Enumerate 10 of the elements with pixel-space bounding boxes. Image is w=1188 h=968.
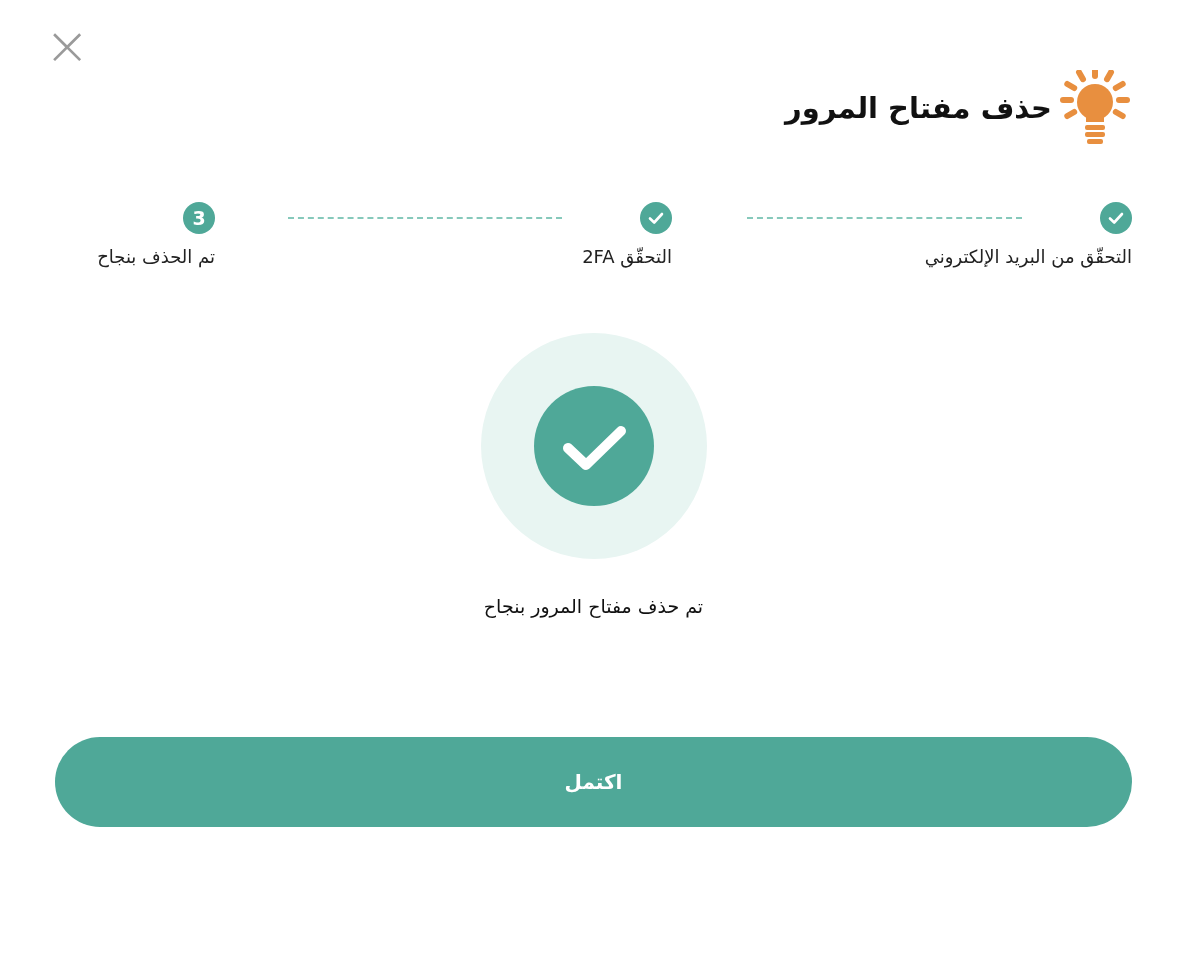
lightbulb-icon — [1058, 70, 1132, 146]
success-message: تم حذف مفتاح المرور بنجاح — [483, 595, 704, 617]
step-label: تم الحذف بنجاح — [97, 246, 215, 267]
complete-button[interactable]: اكتمل — [55, 737, 1132, 827]
step-label: التحقّق من البريد الإلكتروني — [924, 246, 1132, 267]
step-label: التحقّق 2FA — [582, 246, 672, 267]
dialog-title: حذف مفتاح المرور — [784, 91, 1052, 125]
success-check-icon — [480, 333, 707, 559]
close-button[interactable]: × — [43, 22, 91, 70]
step-number: 3 — [183, 202, 215, 234]
